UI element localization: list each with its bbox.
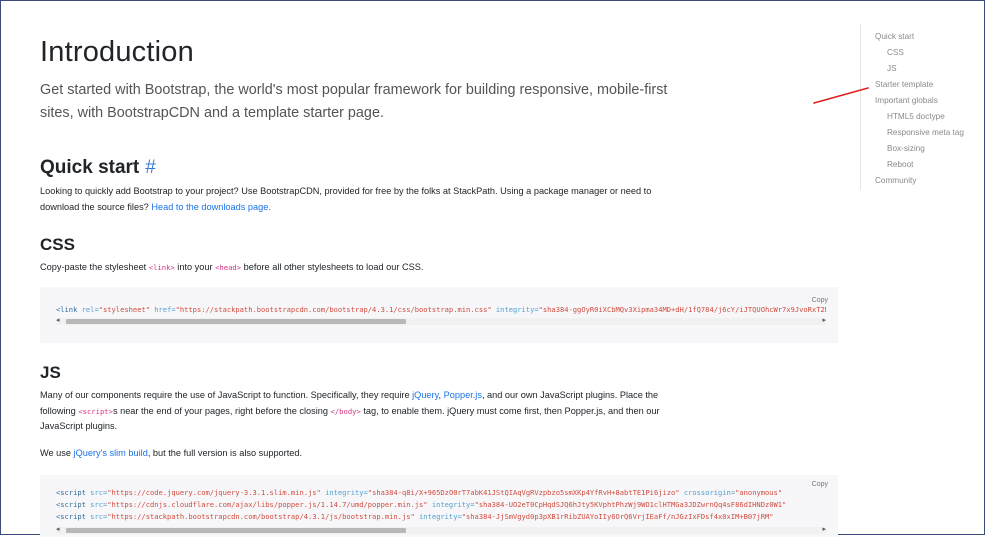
toc-item-community[interactable]: Community — [875, 176, 916, 185]
quick-start-anchor-link[interactable]: # — [145, 157, 156, 178]
scroll-right-icon[interactable]: ▸ — [822, 525, 826, 533]
css-scroll-thumb[interactable] — [66, 319, 406, 324]
table-of-contents: Quick start CSS JS Starter template Impo… — [860, 24, 986, 190]
css-text-3: before all other stylesheets to load our… — [241, 262, 424, 272]
jquery-slim-build-link[interactable]: jQuery's slim build — [74, 448, 148, 458]
css-text-2: into your — [174, 262, 216, 272]
toc-item-html5-doctype[interactable]: HTML5 doctype — [887, 112, 945, 121]
js-code-line: <script src="https://stackpath.bootstrap… — [56, 512, 774, 521]
css-code-line: <link rel="stylesheet" href="https://sta… — [56, 305, 826, 314]
toc-item-starter-template[interactable]: Starter template — [875, 80, 933, 89]
quick-start-heading: Quick start # — [40, 157, 156, 179]
annotation-arrow-icon — [813, 87, 869, 104]
script-tag-code: <script> — [78, 406, 113, 416]
scroll-left-icon[interactable]: ◂ — [56, 525, 60, 533]
head-tag-code: <head> — [215, 263, 242, 272]
intro-lead: Get started with Bootstrap, the world's … — [40, 82, 668, 121]
toc-item-quick-start[interactable]: Quick start — [875, 32, 914, 41]
js-instructions: Many of our components require the use o… — [40, 388, 690, 435]
js-text-d: s near the end of your pages, right befo… — [112, 405, 331, 416]
toc-item-js[interactable]: JS — [887, 64, 897, 73]
js-slim-note: We use jQuery's slim build, but the full… — [40, 446, 302, 462]
toc-item-box-sizing[interactable]: Box-sizing — [887, 144, 925, 153]
css-copy-button[interactable]: Copy — [812, 297, 828, 304]
css-code-block: Copy <link rel="stylesheet" href="https:… — [40, 287, 838, 343]
quick-start-text-body: Looking to quickly add Bootstrap to your… — [40, 186, 652, 212]
js-code-line: <script src="https://cdnjs.cloudflare.co… — [56, 500, 787, 509]
css-text-1: Copy-paste the stylesheet — [40, 262, 149, 272]
js-scroll-thumb[interactable] — [66, 528, 406, 533]
js-heading: JS — [40, 363, 61, 382]
quick-start-heading-text: Quick start — [40, 157, 140, 178]
popper-link[interactable]: Popper.js — [444, 390, 482, 400]
link-tag-code: <link> — [148, 263, 175, 272]
toc-item-reboot[interactable]: Reboot — [887, 160, 913, 169]
js-text-a: Many of our components require the use o… — [40, 390, 413, 400]
js-code-scrollbar[interactable]: ◂ ▸ — [56, 525, 826, 534]
css-heading: CSS — [40, 235, 75, 254]
downloads-page-link[interactable]: Head to the downloads page. — [151, 202, 271, 212]
css-instructions: Copy-paste the stylesheet <link> into yo… — [40, 260, 423, 276]
js-slim-text-a: We use — [40, 448, 74, 458]
css-code-scrollbar[interactable]: ◂ ▸ — [56, 316, 826, 325]
toc-item-css[interactable]: CSS — [887, 48, 904, 57]
toc-item-responsive-meta-tag[interactable]: Responsive meta tag — [887, 128, 964, 137]
js-slim-text-b: , but the full version is also supported… — [147, 448, 303, 458]
js-code-line: <script src="https://code.jquery.com/jqu… — [56, 488, 783, 497]
scroll-left-icon[interactable]: ◂ — [56, 316, 60, 324]
scroll-right-icon[interactable]: ▸ — [822, 316, 826, 324]
toc-item-important-globals[interactable]: Important globals — [875, 96, 938, 105]
quick-start-text: Looking to quickly add Bootstrap to your… — [40, 184, 680, 215]
body-close-tag-code: </body> — [330, 406, 361, 416]
js-copy-button[interactable]: Copy — [812, 481, 828, 488]
jquery-link[interactable]: jQuery — [412, 390, 438, 400]
page-title: Introduction — [40, 36, 194, 68]
js-code-block: Copy <script src="https://code.jquery.co… — [40, 475, 838, 537]
